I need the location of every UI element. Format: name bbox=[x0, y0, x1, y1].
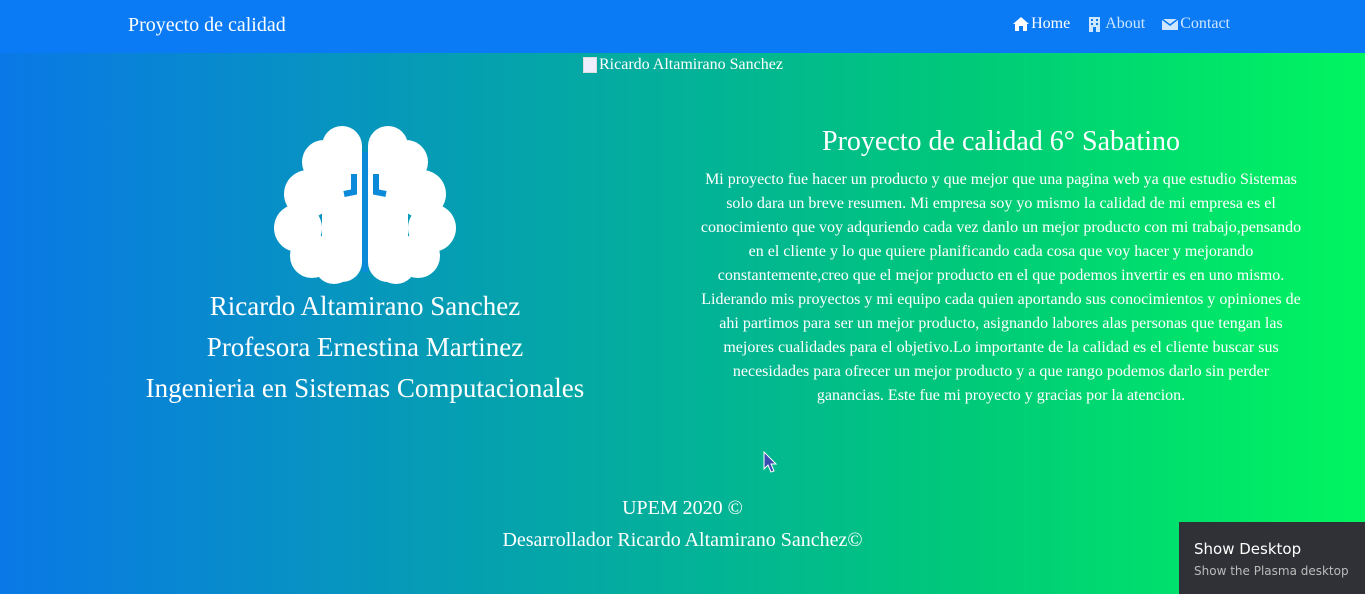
teacher-name: Profesora Ernestina Martinez bbox=[206, 332, 524, 362]
broken-image-icon bbox=[583, 57, 597, 73]
brain-icon bbox=[274, 126, 456, 284]
footer-copyright: UPEM 2020 © bbox=[622, 497, 743, 519]
mouse-cursor-icon bbox=[763, 451, 778, 473]
footer-developer: Desarrollador Ricardo Altamirano Sanchez… bbox=[502, 529, 863, 551]
banner-image-alt: Ricardo Altamirano Sanchez bbox=[599, 56, 783, 73]
brand-link[interactable]: Proyecto de calidad bbox=[128, 14, 286, 37]
career-name: Ingenieria en Sistemas Computacionales bbox=[145, 373, 585, 403]
nav-about-link[interactable]: About bbox=[1086, 15, 1145, 33]
profile-section: Ricardo Altamirano Sanchez Profesora Ern… bbox=[90, 122, 640, 409]
footer: UPEM 2020 © Desarrollador Ricardo Altami… bbox=[0, 492, 1365, 556]
nav-contact-label: Contact bbox=[1180, 15, 1230, 32]
nav-about-label: About bbox=[1105, 15, 1146, 32]
show-desktop-tooltip: Show Desktop Show the Plasma desktop bbox=[1179, 522, 1365, 594]
nav-contact-link[interactable]: Contact bbox=[1161, 15, 1230, 33]
nav-home-link[interactable]: Home bbox=[1012, 15, 1070, 33]
home-icon bbox=[1013, 17, 1030, 31]
about-title: Proyecto de calidad 6° Sabatino bbox=[822, 126, 1180, 157]
navbar: Proyecto de calidad Home About Contact bbox=[0, 0, 1365, 53]
envelope-icon bbox=[1161, 18, 1179, 30]
about-section: Proyecto de calidad 6° Sabatino Mi proye… bbox=[698, 122, 1304, 408]
about-body: Mi proyecto fue hacer un producto y que … bbox=[700, 171, 1302, 404]
tooltip-title: Show Desktop bbox=[1194, 540, 1302, 558]
banner-image: Ricardo Altamirano Sanchez bbox=[583, 56, 783, 74]
nav-home-label: Home bbox=[1031, 15, 1071, 32]
student-name: Ricardo Altamirano Sanchez bbox=[209, 291, 521, 321]
building-icon bbox=[1089, 17, 1101, 32]
tooltip-subtitle: Show the Plasma desktop bbox=[1194, 564, 1349, 578]
nav-menu: Home About Contact bbox=[1012, 15, 1230, 33]
